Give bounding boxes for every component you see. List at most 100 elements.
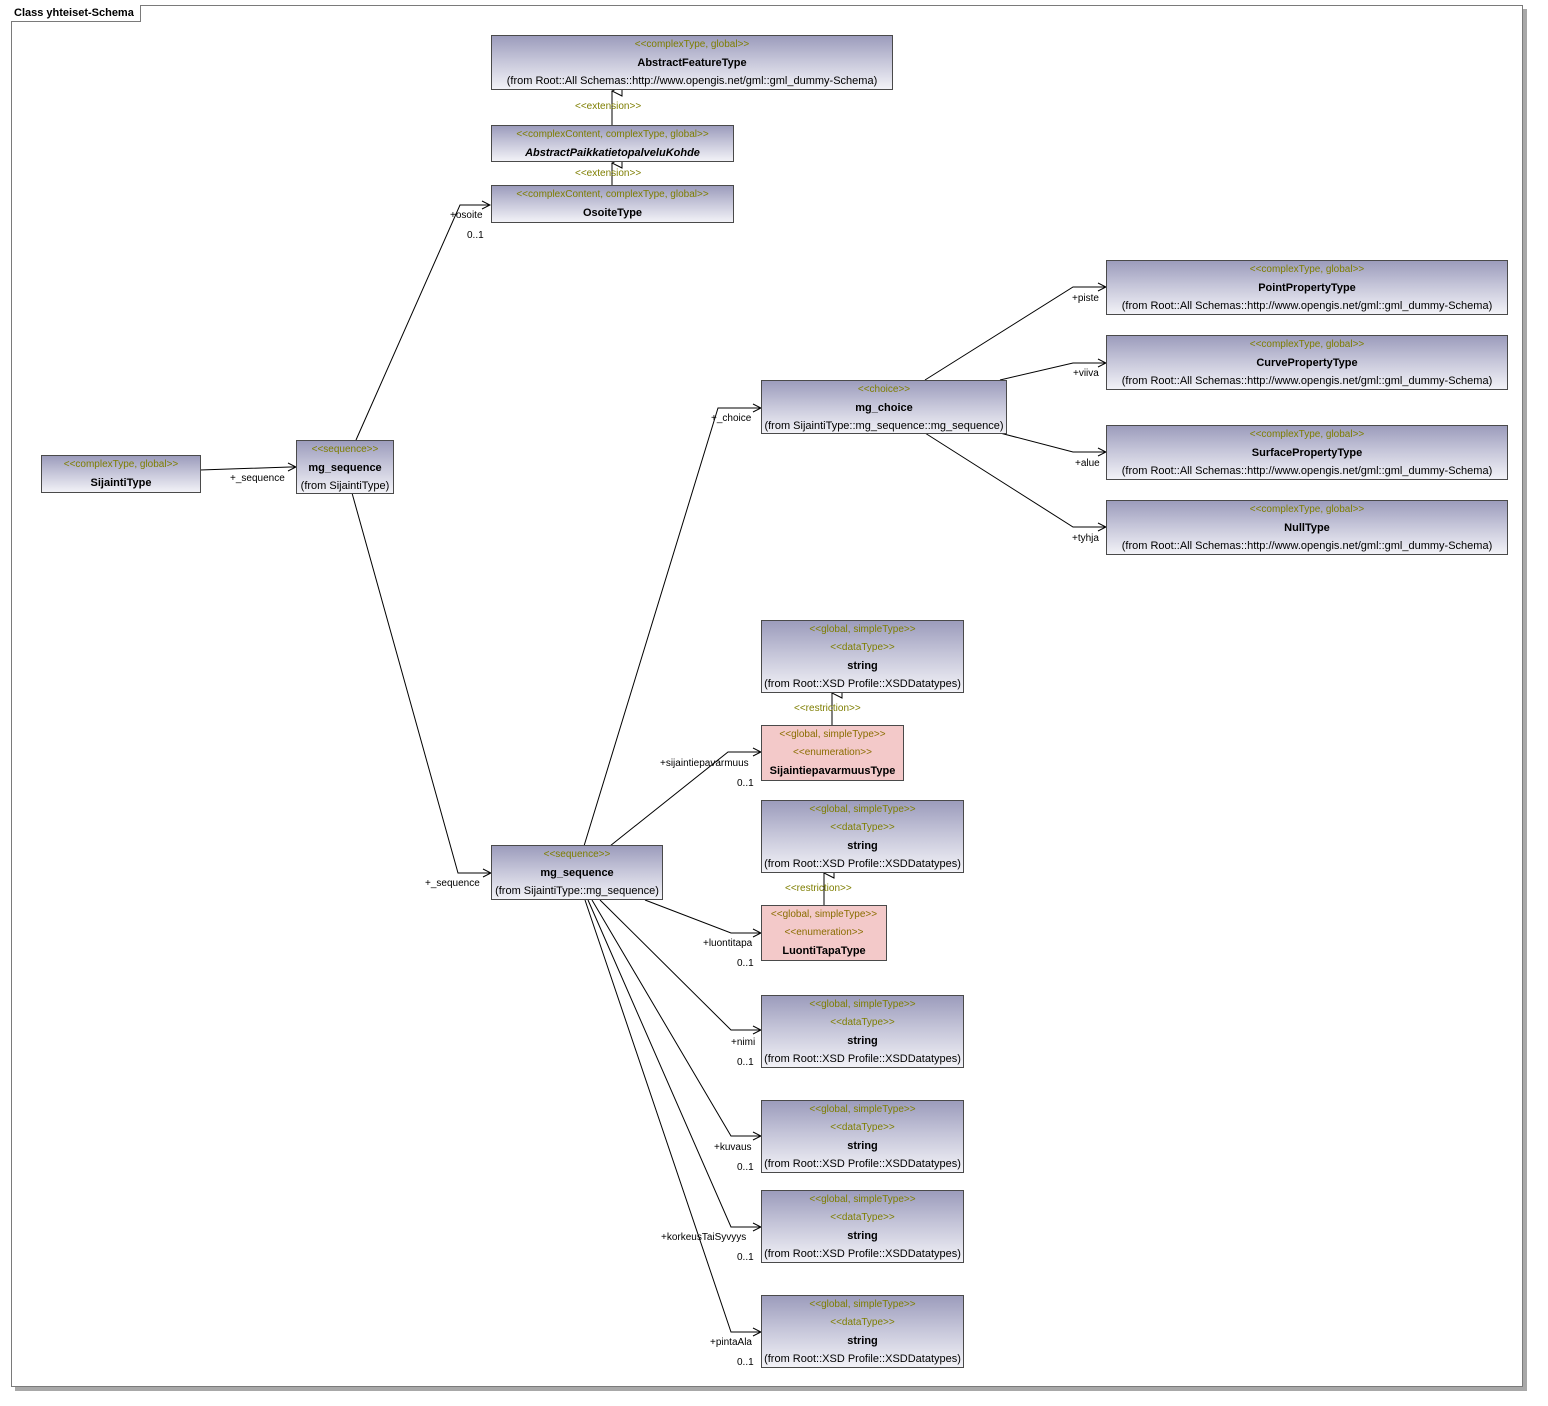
class-name: mg_sequence: [308, 462, 382, 474]
role-piste: +piste: [1072, 293, 1099, 304]
class-mg-sequence-inner[interactable]: <<sequence>> mg_sequence (from SijaintiT…: [491, 845, 663, 900]
assoc-seq-seq: [351, 492, 491, 873]
stereotype-label: <<enumeration>>: [793, 747, 872, 758]
multiplicity-osoite: 0..1: [467, 230, 484, 241]
class-abstract-feature-type[interactable]: <<complexType, global>> AbstractFeatureT…: [491, 35, 893, 90]
multiplicity-pinta-ala: 0..1: [737, 1357, 754, 1368]
role-korkeustaisyvyys: +korkeusTaiSyvyys: [661, 1232, 747, 1243]
extension-label: <<extension>>: [575, 168, 642, 179]
role-kuvaus: +kuvaus: [714, 1142, 752, 1153]
multiplicity-korkeustaisyvyys: 0..1: [737, 1252, 754, 1263]
class-null-type[interactable]: <<complexType, global>> NullType (from R…: [1106, 500, 1508, 555]
class-osoite-type[interactable]: <<complexContent, complexType, global>> …: [491, 185, 734, 223]
stereotype-label: <<complexContent, complexType, global>>: [516, 129, 709, 140]
class-string-6[interactable]: <<global, simpleType>> <<dataType>> stri…: [761, 1295, 964, 1368]
stereotype-label: <<global, simpleType>>: [770, 909, 878, 920]
role-alue: +alue: [1075, 458, 1100, 469]
stereotype-label: <<dataType>>: [830, 1017, 895, 1028]
extension-label: <<extension>>: [575, 101, 642, 112]
stereotype-label: <<dataType>>: [830, 1122, 895, 1133]
stereotype-label: <<dataType>>: [830, 1212, 895, 1223]
class-name: string: [847, 1335, 878, 1347]
multiplicity-sijaintiepavarmuus: 0..1: [737, 778, 754, 789]
class-string-3[interactable]: <<global, simpleType>> <<dataType>> stri…: [761, 995, 964, 1068]
class-point-property-type[interactable]: <<complexType, global>> PointPropertyTyp…: [1106, 260, 1508, 315]
assoc-alue: [999, 432, 1106, 452]
class-name: mg_choice: [855, 402, 913, 414]
class-origin: (from Root::XSD Profile::XSDDatatypes): [764, 678, 961, 690]
assoc-sijainti-seq: [199, 467, 296, 470]
class-name: AbstractPaikkatietopalveluKohde: [525, 147, 700, 159]
class-origin: (from SijaintiType::mg_sequence): [495, 885, 659, 897]
class-name: SijaintiepavarmuusType: [769, 765, 896, 777]
stereotype-label: <<global, simpleType>>: [809, 1104, 916, 1115]
class-mg-sequence-outer[interactable]: <<sequence>> mg_sequence (from SijaintiT…: [296, 440, 394, 494]
class-name: OsoiteType: [582, 207, 643, 219]
class-name: string: [847, 840, 878, 852]
stereotype-label: <<complexType, global>>: [1249, 264, 1365, 275]
class-name: string: [847, 660, 878, 672]
stereotype-label: <<choice>>: [857, 384, 911, 395]
stereotype-label: <<dataType>>: [830, 1317, 895, 1328]
class-name: LuontiTapaType: [782, 945, 866, 957]
class-string-5[interactable]: <<global, simpleType>> <<dataType>> stri…: [761, 1190, 964, 1263]
role-sequence-2: +_sequence: [425, 878, 480, 889]
multiplicity-nimi: 0..1: [737, 1057, 754, 1068]
class-origin: (from Root::All Schemas::http://www.open…: [1121, 465, 1493, 477]
assoc-pinta: [584, 899, 761, 1332]
class-name: CurvePropertyType: [1256, 357, 1358, 369]
class-abstract-paikkatietopalvelu-kohde[interactable]: <<complexContent, complexType, global>> …: [491, 125, 734, 162]
class-name: NullType: [1284, 522, 1330, 534]
class-name: PointPropertyType: [1258, 282, 1356, 294]
stereotype-label: <<sequence>>: [543, 849, 611, 860]
class-origin: (from Root::All Schemas::http://www.open…: [506, 75, 878, 87]
class-name: string: [847, 1230, 878, 1242]
class-origin: (from SijaintiType::mg_sequence::mg_sequ…: [764, 420, 1004, 432]
class-luontitapa-type[interactable]: <<global, simpleType>> <<enumeration>> L…: [761, 905, 887, 961]
class-sijaintiepavarmuus-type[interactable]: <<global, simpleType>> <<enumeration>> S…: [761, 725, 904, 781]
class-surface-property-type[interactable]: <<complexType, global>> SurfacePropertyT…: [1106, 425, 1508, 480]
role-nimi: +nimi: [731, 1037, 756, 1048]
class-mg-choice[interactable]: <<choice>> mg_choice (from SijaintiType:…: [761, 380, 1007, 434]
role-viiva: +viiva: [1073, 368, 1099, 379]
stereotype-label: <<dataType>>: [830, 642, 895, 653]
stereotype-label: <<global, simpleType>>: [809, 804, 916, 815]
role-tyhja: +tyhja: [1072, 533, 1099, 544]
stereotype-label: <<global, simpleType>>: [809, 1194, 916, 1205]
role-choice: +_choice: [711, 413, 752, 424]
class-origin: (from Root::XSD Profile::XSDDatatypes): [764, 1248, 961, 1260]
assoc-tyhja: [924, 432, 1106, 527]
class-curve-property-type[interactable]: <<complexType, global>> CurvePropertyTyp…: [1106, 335, 1508, 390]
class-origin: (from Root::All Schemas::http://www.open…: [1121, 300, 1493, 312]
class-string-2[interactable]: <<global, simpleType>> <<dataType>> stri…: [761, 800, 964, 873]
stereotype-label: <<dataType>>: [830, 822, 895, 833]
multiplicity-kuvaus: 0..1: [737, 1162, 754, 1173]
role-osoite: +osoite: [450, 210, 483, 221]
assoc-luonti: [644, 899, 761, 933]
class-name: string: [847, 1035, 878, 1047]
stereotype-label: <<sequence>>: [311, 444, 379, 455]
role-pinta-ala: +pintaAla: [710, 1337, 752, 1348]
stereotype-label: <<enumeration>>: [784, 927, 864, 938]
restriction-label: <<restriction>>: [785, 883, 852, 894]
assoc-choice: [583, 408, 761, 847]
stereotype-label: <<complexContent, complexType, global>>: [516, 189, 709, 200]
stereotype-label: <<complexType, global>>: [634, 39, 750, 50]
role-luontitapa: +luontitapa: [703, 938, 753, 949]
class-name: mg_sequence: [540, 867, 614, 879]
multiplicity-luontitapa: 0..1: [737, 958, 754, 969]
class-string-1[interactable]: <<global, simpleType>> <<dataType>> stri…: [761, 620, 964, 693]
assoc-kuvaus: [591, 899, 761, 1136]
class-origin: (from SijaintiType): [300, 480, 390, 492]
class-name: AbstractFeatureType: [637, 57, 747, 69]
stereotype-label: <<global, simpleType>>: [809, 999, 916, 1010]
stereotype-label: <<complexType, global>>: [1249, 339, 1365, 350]
stereotype-label: <<global, simpleType>>: [809, 624, 916, 635]
class-origin: (from Root::All Schemas::http://www.open…: [1121, 540, 1493, 552]
class-name: SurfacePropertyType: [1251, 447, 1363, 459]
class-origin: (from Root::All Schemas::http://www.open…: [1121, 375, 1493, 387]
class-string-4[interactable]: <<global, simpleType>> <<dataType>> stri…: [761, 1100, 964, 1173]
class-sijainti-type[interactable]: <<complexType, global>> SijaintiType: [41, 455, 201, 493]
stereotype-label: <<complexType, global>>: [63, 459, 179, 470]
stereotype-label: <<complexType, global>>: [1249, 429, 1365, 440]
